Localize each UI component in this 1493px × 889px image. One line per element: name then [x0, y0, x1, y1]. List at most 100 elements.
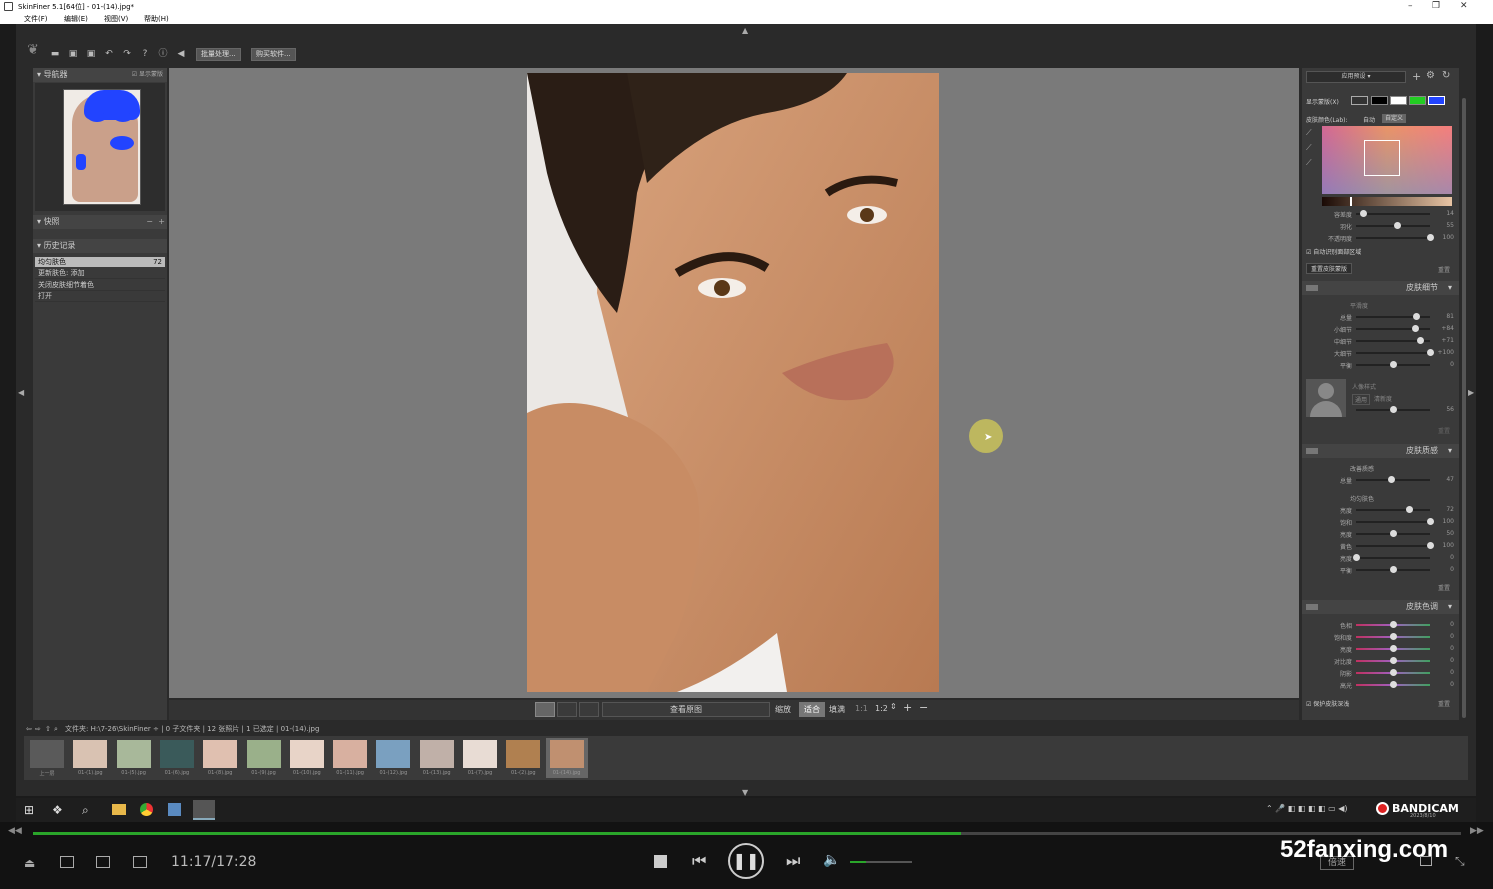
ratio-2-button[interactable]: 1:2 [875, 704, 888, 713]
photo-thumbnail[interactable]: 01-(8).jpg [199, 738, 241, 778]
protect-skin-checkbox[interactable]: ☑ 保护皮肤深浅 [1306, 699, 1349, 708]
mask-none-swatch[interactable] [1351, 96, 1368, 105]
slider-row[interactable]: 总量 47 [1302, 475, 1459, 485]
slider-row[interactable]: 小细节 +84 [1302, 324, 1459, 334]
slider-knob[interactable] [1427, 234, 1434, 241]
system-tray-icons[interactable]: ⌃ 🎤 ◧ ◧ ◧ ◧ ▭ ◀) [1266, 804, 1348, 813]
slider-knob[interactable] [1412, 313, 1420, 320]
slider-knob[interactable] [1390, 645, 1397, 652]
refresh-icon[interactable]: ↻ [1442, 70, 1450, 81]
slider-row[interactable]: 亮度 50 [1302, 529, 1459, 539]
slider-knob[interactable] [1427, 518, 1434, 525]
portrait-fresh-button[interactable]: 清新度 [1374, 394, 1392, 403]
nav-up-icon[interactable]: ⇧ [45, 722, 51, 736]
history-item[interactable]: 更新肤色: 添加 [35, 268, 165, 279]
skin-texture-header[interactable]: 皮肤质感 ▾ [1302, 444, 1459, 458]
reset-mask-link[interactable]: 重置 [1438, 265, 1450, 274]
slider-row[interactable]: 色相 0 [1302, 620, 1459, 630]
slider-row[interactable]: 高光 0 [1302, 680, 1459, 690]
portrait-slider-knob[interactable] [1390, 406, 1397, 413]
eyedropper-add-icon[interactable]: ⟋ [1306, 143, 1312, 153]
redo-icon[interactable]: ↷ [122, 49, 132, 59]
chrome-icon[interactable] [140, 803, 153, 816]
navigator-preview[interactable] [35, 83, 165, 211]
slider-knob[interactable] [1390, 681, 1397, 688]
photo-thumbnail[interactable]: 01-(9).jpg [243, 738, 285, 778]
slider-row[interactable]: 阴影 0 [1302, 668, 1459, 678]
mask-swatch-white[interactable] [1390, 96, 1407, 105]
photo-thumbnail[interactable]: 01-(6).jpg [156, 738, 198, 778]
photo-thumbnail[interactable]: 01-(2).jpg [502, 738, 544, 778]
preset-dropdown[interactable]: 应用预设 ▾ [1306, 71, 1406, 83]
photo-thumbnail[interactable]: 01-(11).jpg [329, 738, 371, 778]
slider-knob[interactable] [1390, 633, 1397, 640]
menu-view[interactable]: 视图(V) [104, 14, 128, 24]
eject-icon[interactable]: ⏏ [24, 856, 35, 870]
photo-thumbnail[interactable]: 01-(5).jpg [113, 738, 155, 778]
slider-row[interactable]: 亮度 0 [1302, 644, 1459, 654]
slider-knob[interactable] [1390, 530, 1397, 537]
slider-row[interactable]: 饱和度 0 [1302, 632, 1459, 642]
seek-forward-icon[interactable]: ▶▶ [1470, 826, 1484, 836]
slider-knob[interactable] [1427, 542, 1434, 549]
slider-row[interactable]: 容差度 14 [1302, 209, 1459, 219]
reset-detail-link[interactable]: 重置 [1438, 426, 1450, 435]
section-toggle-switch[interactable] [1306, 285, 1318, 291]
subtitle-icon[interactable] [96, 856, 110, 868]
playlist-icon[interactable] [60, 856, 74, 868]
section-toggle-switch[interactable] [1306, 448, 1318, 454]
volume-icon[interactable]: 🔈 [823, 852, 840, 868]
slider-knob[interactable] [1390, 361, 1397, 368]
skin-tone-range-bar[interactable] [1322, 197, 1452, 206]
zoom-in-icon[interactable]: + [903, 701, 912, 714]
slider-knob[interactable] [1406, 506, 1414, 513]
slider-row[interactable]: 黄色 100 [1302, 541, 1459, 551]
skin-color-picker[interactable] [1322, 126, 1452, 194]
history-header[interactable]: ▾ 历史记录 [33, 239, 167, 253]
eyedropper-icon[interactable]: ⟋ [1306, 128, 1312, 138]
slider-row[interactable]: 平衡 0 [1302, 360, 1459, 370]
stacked-view-button[interactable] [579, 702, 599, 717]
settings-gear-icon[interactable]: ⚙ [1426, 70, 1435, 81]
slider-row[interactable]: 羽化 55 [1302, 221, 1459, 231]
skinfiner-taskbar-icon[interactable] [193, 800, 215, 820]
undo-icon[interactable]: ↶ [104, 49, 114, 59]
save-as-icon[interactable]: ▣ [86, 49, 96, 59]
chevron-down-icon[interactable]: ▾ [1448, 444, 1452, 458]
photo-thumbnail[interactable]: 01-(10).jpg [286, 738, 328, 778]
main-photo[interactable] [527, 73, 939, 692]
seek-back-icon[interactable]: ◀◀ [8, 826, 22, 836]
zoom-stepper-icon[interactable]: ⇕ [890, 702, 897, 711]
right-panel-scrollbar[interactable] [1461, 68, 1467, 720]
maximize-button[interactable]: ❐ [1432, 1, 1440, 11]
help-icon[interactable]: ? [140, 49, 150, 59]
next-button[interactable]: ⏭ [786, 851, 800, 871]
mask-swatch-green[interactable] [1409, 96, 1426, 105]
photo-thumbnail[interactable]: 01-(1).jpg [69, 738, 111, 778]
menu-edit[interactable]: 编辑(E) [64, 14, 88, 24]
menu-help[interactable]: 帮助(H) [144, 14, 169, 24]
fill-button[interactable]: 填满 [829, 704, 845, 715]
slider-knob[interactable] [1390, 669, 1397, 676]
windows-start-icon[interactable]: ⊞ [24, 803, 34, 817]
info-icon[interactable]: ⓘ [158, 49, 168, 59]
photo-thumbnail[interactable]: 01-(13).jpg [416, 738, 458, 778]
reset-tone-link[interactable]: 重置 [1438, 699, 1450, 708]
add-snapshot-icon[interactable]: + [158, 215, 165, 229]
collapse-top-arrow-icon[interactable]: ▲ [742, 26, 748, 35]
portrait-general-button[interactable]: 通用 [1352, 394, 1371, 405]
auto-detect-checkbox[interactable]: ☑ 自动识别面部区域 [1306, 247, 1361, 256]
volume-slider[interactable] [850, 861, 912, 863]
slider-knob[interactable] [1360, 210, 1368, 217]
slider-row[interactable]: 亮度 72 [1302, 505, 1459, 515]
save-icon[interactable]: ▣ [68, 49, 78, 59]
stop-button[interactable] [654, 855, 667, 868]
history-item[interactable]: 关闭皮肤细节着色 [35, 280, 165, 291]
photo-thumbnail[interactable]: 01-(14).jpg [545, 738, 588, 778]
search-taskbar-icon[interactable]: ⌕ [82, 803, 89, 818]
slider-knob[interactable] [1393, 222, 1401, 229]
pip-icon[interactable] [1420, 856, 1432, 866]
snapshot-header[interactable]: ▾ 快照 − + [33, 215, 167, 229]
slider-knob[interactable] [1427, 349, 1434, 356]
slider-knob[interactable] [1390, 566, 1397, 573]
